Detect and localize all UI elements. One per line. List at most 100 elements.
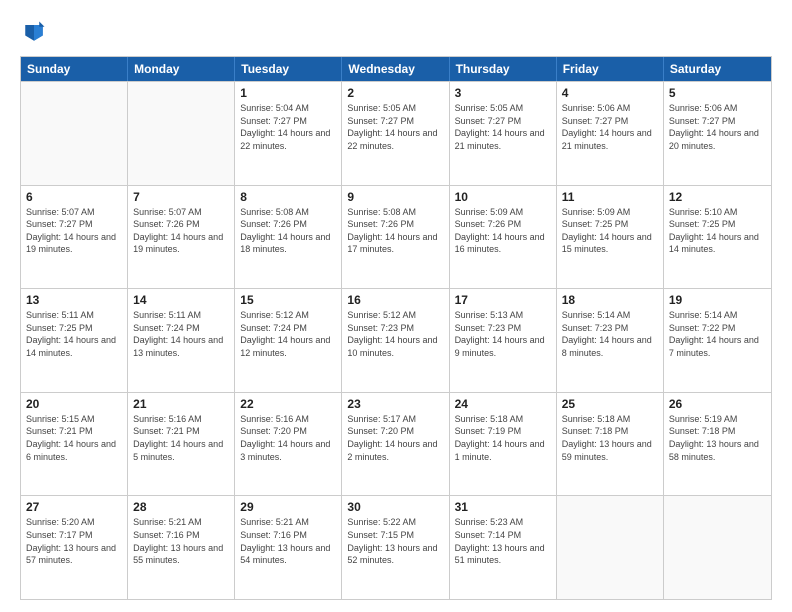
- calendar-cell: 13 Sunrise: 5:11 AM Sunset: 7:25 PM Dayli…: [21, 289, 128, 392]
- day-info: Sunrise: 5:21 AM Sunset: 7:16 PM Dayligh…: [240, 516, 336, 566]
- calendar-header: SundayMondayTuesdayWednesdayThursdayFrid…: [21, 57, 771, 81]
- calendar-cell: 7Sunrise: 5:07 AM Sunset: 7:26 PM Daylig…: [128, 186, 235, 289]
- calendar-cell: 19 Sunrise: 5:14 AM Sunset: 7:22 PM Dayli…: [664, 289, 771, 392]
- weekday-header-monday: Monday: [128, 57, 235, 81]
- day-info: Sunrise: 5:05 AM Sunset: 7:27 PM Dayligh…: [455, 102, 551, 152]
- day-number: 26: [669, 397, 766, 411]
- calendar-cell: [128, 82, 235, 185]
- day-number: 25: [562, 397, 658, 411]
- logo-icon: [20, 18, 48, 46]
- day-info: Sunrise: 5:13 AM Sunset: 7:23 PM Dayligh…: [455, 309, 551, 359]
- calendar-body: 1 Sunrise: 5:04 AM Sunset: 7:27 PM Daylig…: [21, 81, 771, 599]
- weekday-header-friday: Friday: [557, 57, 664, 81]
- day-info: Sunrise: 5:06 AM Sunset: 7:27 PM Dayligh…: [562, 102, 658, 152]
- day-info: Sunrise: 5:04 AM Sunset: 7:27 PM Dayligh…: [240, 102, 336, 152]
- calendar-cell: 5 Sunrise: 5:06 AM Sunset: 7:27 PM Daylig…: [664, 82, 771, 185]
- day-number: 15: [240, 293, 336, 307]
- day-number: 19: [669, 293, 766, 307]
- day-info: Sunrise: 5:11 AM Sunset: 7:24 PM Dayligh…: [133, 309, 229, 359]
- calendar-cell: [664, 496, 771, 599]
- day-number: 31: [455, 500, 551, 514]
- page: SundayMondayTuesdayWednesdayThursdayFrid…: [0, 0, 792, 612]
- day-info: Sunrise: 5:21 AM Sunset: 7:16 PM Dayligh…: [133, 516, 229, 566]
- weekday-header-sunday: Sunday: [21, 57, 128, 81]
- weekday-header-tuesday: Tuesday: [235, 57, 342, 81]
- day-number: 24: [455, 397, 551, 411]
- day-number: 20: [26, 397, 122, 411]
- day-number: 7: [133, 190, 229, 204]
- day-info: Sunrise: 5:20 AM Sunset: 7:17 PM Dayligh…: [26, 516, 122, 566]
- day-number: 4: [562, 86, 658, 100]
- day-number: 23: [347, 397, 443, 411]
- calendar-row-0: 1 Sunrise: 5:04 AM Sunset: 7:27 PM Daylig…: [21, 81, 771, 185]
- calendar-cell: 21 Sunrise: 5:16 AM Sunset: 7:21 PM Dayli…: [128, 393, 235, 496]
- calendar-cell: 3 Sunrise: 5:05 AM Sunset: 7:27 PM Daylig…: [450, 82, 557, 185]
- calendar-row-2: 13 Sunrise: 5:11 AM Sunset: 7:25 PM Dayli…: [21, 288, 771, 392]
- weekday-header-wednesday: Wednesday: [342, 57, 449, 81]
- calendar-cell: 20 Sunrise: 5:15 AM Sunset: 7:21 PM Dayli…: [21, 393, 128, 496]
- calendar-row-3: 20 Sunrise: 5:15 AM Sunset: 7:21 PM Dayli…: [21, 392, 771, 496]
- day-info: Sunrise: 5:17 AM Sunset: 7:20 PM Dayligh…: [347, 413, 443, 463]
- calendar-cell: 17 Sunrise: 5:13 AM Sunset: 7:23 PM Dayli…: [450, 289, 557, 392]
- header: [20, 18, 772, 46]
- day-number: 28: [133, 500, 229, 514]
- day-info: Sunrise: 5:09 AM Sunset: 7:26 PM Dayligh…: [455, 206, 551, 256]
- day-info: Sunrise: 5:18 AM Sunset: 7:18 PM Dayligh…: [562, 413, 658, 463]
- calendar-cell: 29 Sunrise: 5:21 AM Sunset: 7:16 PM Dayli…: [235, 496, 342, 599]
- calendar-cell: 4 Sunrise: 5:06 AM Sunset: 7:27 PM Daylig…: [557, 82, 664, 185]
- day-info: Sunrise: 5:19 AM Sunset: 7:18 PM Dayligh…: [669, 413, 766, 463]
- day-number: 18: [562, 293, 658, 307]
- day-number: 14: [133, 293, 229, 307]
- calendar-cell: 14 Sunrise: 5:11 AM Sunset: 7:24 PM Dayli…: [128, 289, 235, 392]
- day-info: Sunrise: 5:08 AM Sunset: 7:26 PM Dayligh…: [347, 206, 443, 256]
- day-info: Sunrise: 5:15 AM Sunset: 7:21 PM Dayligh…: [26, 413, 122, 463]
- day-number: 16: [347, 293, 443, 307]
- day-number: 9: [347, 190, 443, 204]
- calendar-cell: 22Sunrise: 5:16 AM Sunset: 7:20 PM Dayli…: [235, 393, 342, 496]
- day-number: 8: [240, 190, 336, 204]
- calendar-cell: [557, 496, 664, 599]
- day-info: Sunrise: 5:22 AM Sunset: 7:15 PM Dayligh…: [347, 516, 443, 566]
- logo: [20, 18, 52, 46]
- day-number: 30: [347, 500, 443, 514]
- calendar-row-4: 27 Sunrise: 5:20 AM Sunset: 7:17 PM Dayli…: [21, 495, 771, 599]
- day-number: 3: [455, 86, 551, 100]
- day-number: 21: [133, 397, 229, 411]
- day-info: Sunrise: 5:23 AM Sunset: 7:14 PM Dayligh…: [455, 516, 551, 566]
- day-info: Sunrise: 5:18 AM Sunset: 7:19 PM Dayligh…: [455, 413, 551, 463]
- calendar-cell: 6Sunrise: 5:07 AM Sunset: 7:27 PM Daylig…: [21, 186, 128, 289]
- day-info: Sunrise: 5:11 AM Sunset: 7:25 PM Dayligh…: [26, 309, 122, 359]
- day-number: 22: [240, 397, 336, 411]
- weekday-header-saturday: Saturday: [664, 57, 771, 81]
- calendar-row-1: 6Sunrise: 5:07 AM Sunset: 7:27 PM Daylig…: [21, 185, 771, 289]
- day-number: 1: [240, 86, 336, 100]
- calendar-cell: 15Sunrise: 5:12 AM Sunset: 7:24 PM Dayli…: [235, 289, 342, 392]
- day-number: 10: [455, 190, 551, 204]
- day-info: Sunrise: 5:10 AM Sunset: 7:25 PM Dayligh…: [669, 206, 766, 256]
- day-info: Sunrise: 5:07 AM Sunset: 7:27 PM Dayligh…: [26, 206, 122, 256]
- calendar-cell: 12 Sunrise: 5:10 AM Sunset: 7:25 PM Dayli…: [664, 186, 771, 289]
- calendar: SundayMondayTuesdayWednesdayThursdayFrid…: [20, 56, 772, 600]
- day-info: Sunrise: 5:09 AM Sunset: 7:25 PM Dayligh…: [562, 206, 658, 256]
- day-number: 11: [562, 190, 658, 204]
- calendar-cell: 30 Sunrise: 5:22 AM Sunset: 7:15 PM Dayli…: [342, 496, 449, 599]
- day-info: Sunrise: 5:06 AM Sunset: 7:27 PM Dayligh…: [669, 102, 766, 152]
- calendar-cell: 2Sunrise: 5:05 AM Sunset: 7:27 PM Daylig…: [342, 82, 449, 185]
- day-number: 2: [347, 86, 443, 100]
- day-number: 5: [669, 86, 766, 100]
- calendar-cell: 10 Sunrise: 5:09 AM Sunset: 7:26 PM Dayli…: [450, 186, 557, 289]
- weekday-header-thursday: Thursday: [450, 57, 557, 81]
- calendar-cell: 11 Sunrise: 5:09 AM Sunset: 7:25 PM Dayli…: [557, 186, 664, 289]
- day-info: Sunrise: 5:14 AM Sunset: 7:23 PM Dayligh…: [562, 309, 658, 359]
- day-number: 17: [455, 293, 551, 307]
- calendar-cell: 23 Sunrise: 5:17 AM Sunset: 7:20 PM Dayli…: [342, 393, 449, 496]
- day-info: Sunrise: 5:12 AM Sunset: 7:23 PM Dayligh…: [347, 309, 443, 359]
- day-number: 29: [240, 500, 336, 514]
- day-number: 12: [669, 190, 766, 204]
- calendar-cell: 1 Sunrise: 5:04 AM Sunset: 7:27 PM Daylig…: [235, 82, 342, 185]
- day-number: 13: [26, 293, 122, 307]
- day-info: Sunrise: 5:16 AM Sunset: 7:21 PM Dayligh…: [133, 413, 229, 463]
- day-number: 27: [26, 500, 122, 514]
- calendar-cell: 25 Sunrise: 5:18 AM Sunset: 7:18 PM Dayli…: [557, 393, 664, 496]
- day-info: Sunrise: 5:14 AM Sunset: 7:22 PM Dayligh…: [669, 309, 766, 359]
